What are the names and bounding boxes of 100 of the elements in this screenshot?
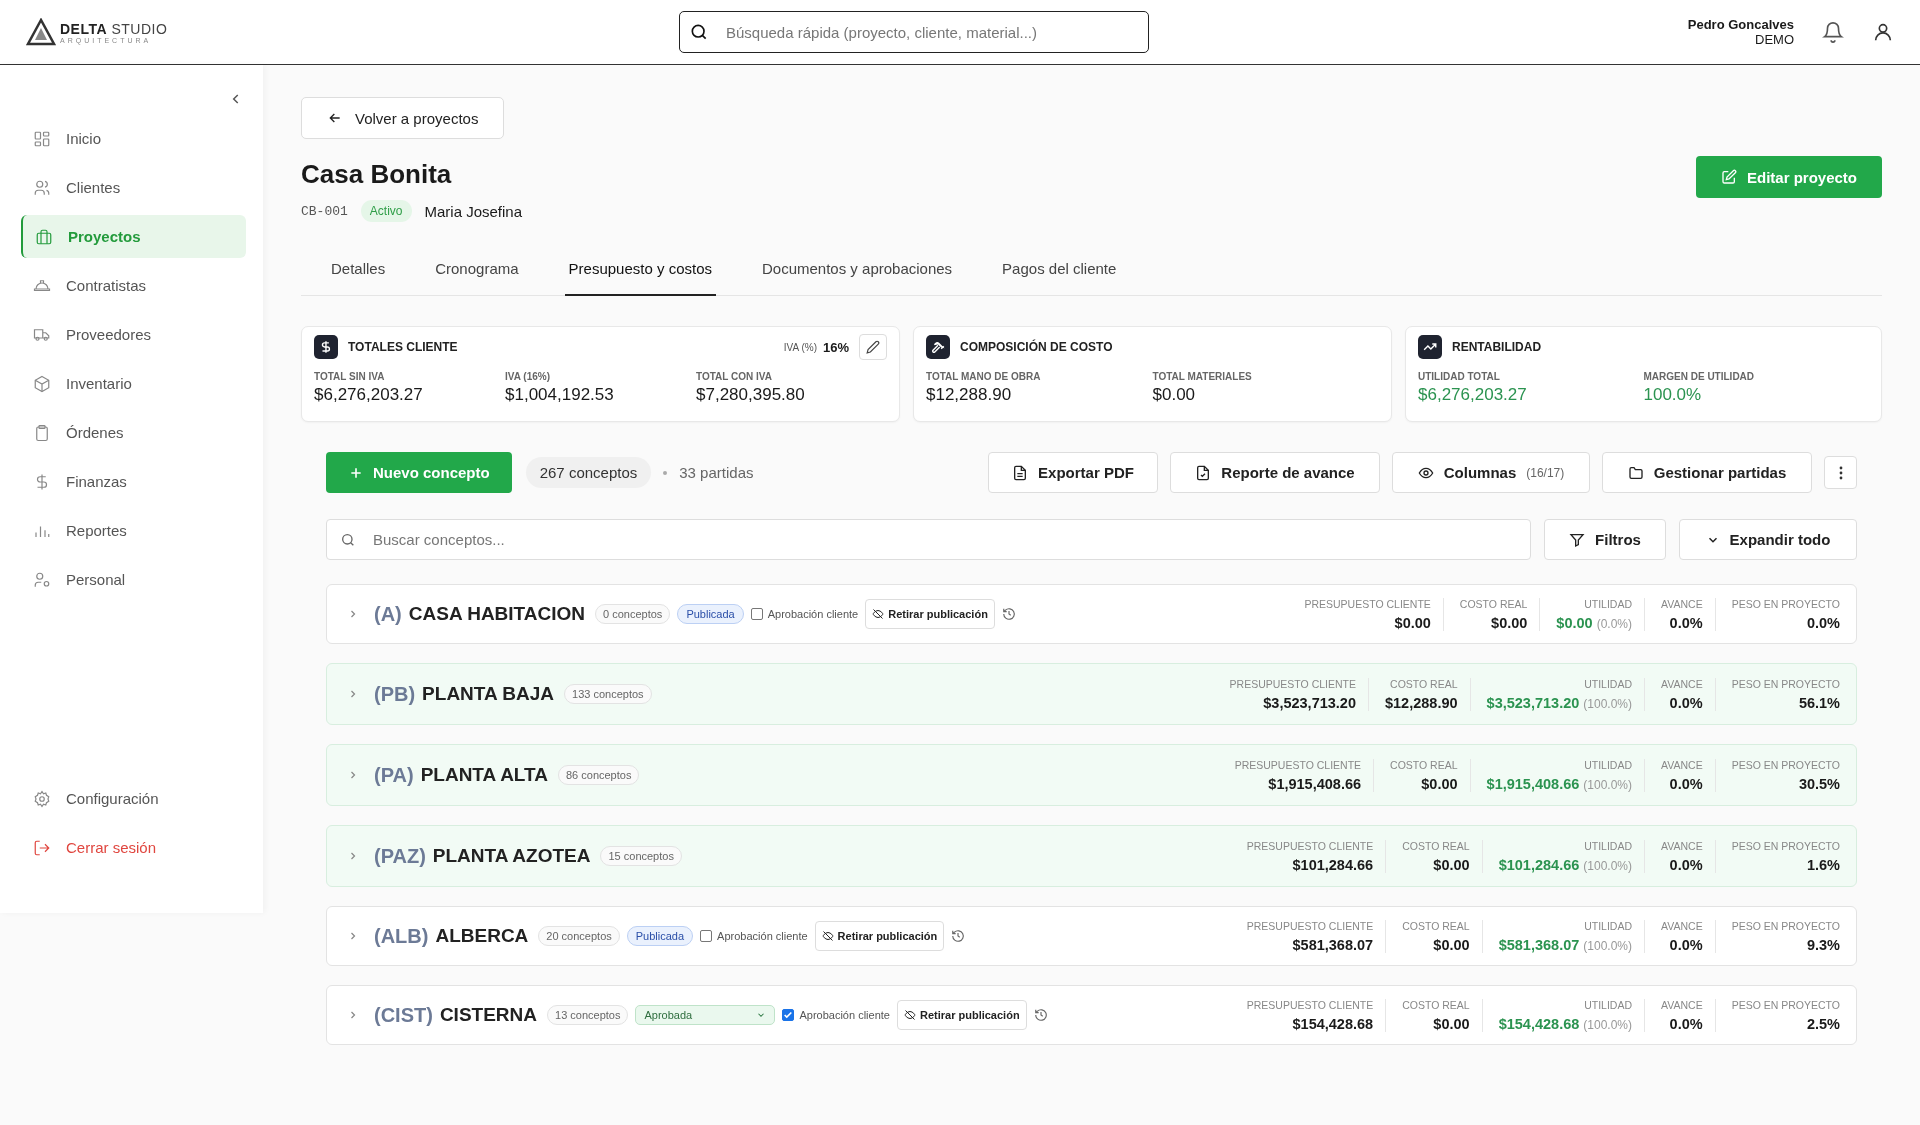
metric-label: PESO EN PROYECTO <box>1731 597 1840 610</box>
metric-label: MARGEN DE UTILIDAD <box>1643 371 1756 382</box>
metric-value: $581,368.07 <box>1498 936 1580 953</box>
search-field[interactable]: Búsqueda rápida (proyecto, cliente, material...) <box>679 11 1149 53</box>
sidebar-item[interactable]: Inicio <box>21 117 246 160</box>
metric-value: $6,276,203.27 <box>314 385 424 405</box>
expand-all-button[interactable]: Expandir todo <box>1679 519 1857 560</box>
partida-name: PLANTA BAJA <box>422 683 555 705</box>
eye-off-icon <box>903 1009 916 1021</box>
partida-row[interactable]: (ALB) ALBERCA 20 conceptos Publicada Aprobación cliente Retirar publicación PRESUPUESTO CLIENTE $581,368.07 COSTO REAL $0.00 UTILIDAD $581,368.07 (100.0%) AVANCE 0.0% PESO EN PROYECTO 9.3% <box>326 906 1857 966</box>
withdraw-button[interactable]: Retirar publicación <box>814 921 945 951</box>
partida-row[interactable]: (PAZ) PLANTA AZOTEA 15 conceptos PRESUPUESTO CLIENTE $101,284.66 COSTO REAL $0.00 UTILIDAD $101,284.66 (100.0%) AVANCE 0.0% PESO EN PROYECTO 1.6% <box>326 825 1857 887</box>
partida-name: CASA HABITACION <box>408 603 586 625</box>
tab[interactable]: Pagos del cliente <box>998 250 1121 296</box>
concept-count-badge: 86 conceptos <box>557 765 640 785</box>
tab[interactable]: Presupuesto y costos <box>564 250 716 296</box>
search-icon <box>689 22 709 42</box>
partida-row[interactable]: (PB) PLANTA BAJA 133 conceptos PRESUPUESTO CLIENTE $3,523,713.20 COSTO REAL $12,288.90 UTILIDAD $3,523,713.20 (100.0%) AVANCE 0.0% PESO EN PROYECTO 56.1% <box>326 663 1857 725</box>
metric-value: 0.0% <box>1806 614 1840 631</box>
sidebar-item[interactable]: Clientes <box>21 166 246 209</box>
sidebar-item[interactable]: Reportes <box>21 509 246 552</box>
metric-value: $12,288.90 <box>926 385 1013 405</box>
metric-value: $0.00 <box>1556 614 1593 631</box>
partida-code: (PB) <box>374 682 416 706</box>
card-title: TOTALES CLIENTE <box>348 340 458 354</box>
metric-value: 2.5% <box>1806 1015 1840 1032</box>
metric-value: $0.00 <box>1421 775 1458 792</box>
percentage-note: (100.0%) <box>1583 858 1633 873</box>
metric-label: TOTAL MATERIALES <box>1152 371 1253 382</box>
user-name: Pedro Goncalves <box>1687 17 1794 32</box>
metric-label: COSTO REAL <box>1390 677 1458 690</box>
sidebar-item[interactable]: Personal <box>21 558 246 601</box>
sidebar-item[interactable]: Configuración <box>21 777 246 820</box>
history-icon[interactable] <box>1033 1008 1048 1022</box>
metric-label: COSTO REAL <box>1402 919 1470 932</box>
partida-count: 33 partidas <box>679 464 754 481</box>
manage-partidas-button[interactable]: Gestionar partidas <box>1602 452 1812 493</box>
partida-name: PLANTA AZOTEA <box>432 845 591 867</box>
tab[interactable]: Detalles <box>327 250 390 296</box>
partida-row[interactable]: (PA) PLANTA ALTA 86 conceptos PRESUPUESTO CLIENTE $1,915,408.66 COSTO REAL $0.00 UTILIDAD $1,915,408.66 (100.0%) AVANCE 0.0% PESO EN PROYECTO 30.5% <box>326 744 1857 806</box>
metric-value: $0.00 <box>1394 614 1431 631</box>
sidebar-item[interactable]: Contratistas <box>21 264 246 307</box>
tab[interactable]: Cronograma <box>431 250 523 296</box>
columns-button[interactable]: Columnas (16/17) <box>1392 452 1590 493</box>
metric-label: TOTAL SIN IVA <box>314 371 386 382</box>
sidebar-item[interactable]: Órdenes <box>21 411 246 454</box>
sidebar-item[interactable]: Cerrar sesión <box>21 826 246 869</box>
metric-value: 56.1% <box>1798 694 1840 711</box>
metric-label: UTILIDAD <box>1584 677 1633 690</box>
checkbox[interactable] <box>782 1009 795 1021</box>
metric-value: $6,276,203.27 <box>1418 385 1528 405</box>
notification-bell-icon[interactable] <box>1822 21 1844 43</box>
export-pdf-button[interactable]: Exportar PDF <box>988 452 1158 493</box>
metric-value: $101,284.66 <box>1498 856 1580 873</box>
concept-count-badge: 13 conceptos <box>547 1005 629 1025</box>
partida-code: (PA) <box>374 763 414 787</box>
metric-value: $154,428.68 <box>1292 1015 1374 1032</box>
metric-value: 0.0% <box>1669 694 1703 711</box>
history-icon[interactable] <box>951 929 966 943</box>
logo-icon <box>26 18 56 46</box>
progress-report-button[interactable]: Reporte de avance <box>1170 452 1380 493</box>
checkbox[interactable] <box>750 608 763 620</box>
partida-code: (A) <box>374 602 402 626</box>
project-title: Casa Bonita <box>301 159 453 190</box>
more-vertical-icon <box>1838 465 1843 480</box>
back-button[interactable]: Volver a proyectos <box>301 97 505 139</box>
partida-row[interactable]: (A) CASA HABITACION 0 conceptos Publicada Aprobación cliente Retirar publicación PRESUPUESTO CLIENTE $0.00 COSTO REAL $0.00 UTILIDAD $0.00 (0.0%) AVANCE 0.0% PESO EN PROYECTO 0.0% <box>326 584 1857 644</box>
sidebar-item[interactable]: Inventario <box>21 362 246 405</box>
hammer-icon <box>926 335 950 359</box>
metric-value: $0.00 <box>1491 614 1528 631</box>
withdraw-button[interactable]: Retirar publicación <box>865 599 995 629</box>
approval-status-dropdown[interactable]: Aprobada <box>635 1005 776 1025</box>
trend-up-icon <box>1418 335 1442 359</box>
checkbox-label: Aprobación cliente <box>717 930 808 942</box>
user-icon[interactable] <box>1872 21 1894 43</box>
metric-value: 0.0% <box>1669 775 1703 792</box>
metric-value: 30.5% <box>1798 775 1840 792</box>
metric-label: UTILIDAD TOTAL <box>1418 371 1501 382</box>
partida-name: CISTERNA <box>439 1004 537 1026</box>
withdraw-button[interactable]: Retirar publicación <box>896 1000 1027 1030</box>
metric-label: PRESUPUESTO CLIENTE <box>1246 839 1374 852</box>
partida-code: (CIST) <box>374 1003 433 1027</box>
sidebar-item[interactable]: Finanzas <box>21 460 246 503</box>
users-icon <box>33 178 51 197</box>
dashboard-icon <box>33 129 51 148</box>
checkbox[interactable] <box>700 930 713 942</box>
history-icon[interactable] <box>1001 607 1016 621</box>
metric-label: UTILIDAD <box>1584 839 1633 852</box>
concept-count-badge: 133 conceptos <box>564 684 652 704</box>
filters-button[interactable]: Filtros <box>1544 519 1666 560</box>
clipboard-icon <box>33 423 51 442</box>
edit-iva-button[interactable] <box>859 334 887 360</box>
sidebar-item[interactable]: Proveedores <box>21 313 246 356</box>
folder-icon <box>1627 464 1644 481</box>
partida-row[interactable]: (CIST) CISTERNA 13 conceptos Aprobada Aprobación cliente Retirar publicación PRESUPUESTO CLIENTE $154,428.68 COSTO REAL $0.00 UTILIDAD $154,428.68 (100.0%) AVANCE 0.0% PESO EN PROYECTO 2.5% <box>326 985 1857 1045</box>
cube-icon <box>33 374 51 393</box>
metric-label: UTILIDAD <box>1584 597 1633 610</box>
tab[interactable]: Documentos y aprobaciones <box>758 250 957 296</box>
concept-search-field[interactable]: Buscar conceptos... <box>326 519 1531 560</box>
metric-value: $3,523,713.20 <box>1263 694 1356 711</box>
